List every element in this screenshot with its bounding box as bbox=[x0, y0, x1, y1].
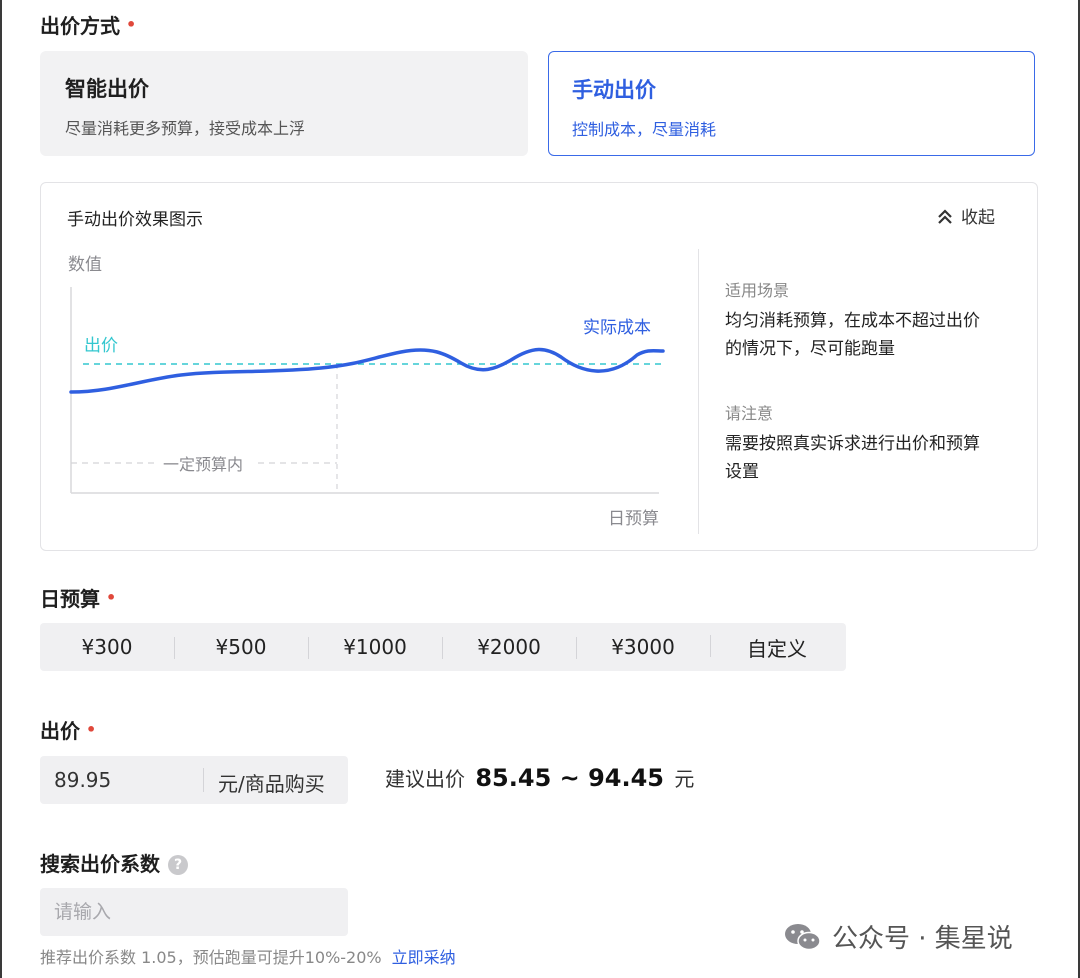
smart-bid-desc: 尽量消耗更多预算，接受成本上浮 bbox=[65, 119, 306, 138]
y-axis-label: 数值 bbox=[68, 255, 102, 275]
smart-bid-title: 智能出价 bbox=[65, 77, 149, 101]
budget-option-500[interactable]: ¥500 bbox=[174, 635, 308, 659]
bid-input[interactable]: 89.95 元/商品购买 bbox=[40, 756, 348, 804]
budget-option-300[interactable]: ¥300 bbox=[40, 635, 174, 659]
required-mark: • bbox=[106, 588, 117, 607]
search-coef-title: 搜索出价系数? bbox=[40, 848, 188, 877]
panel-divider bbox=[698, 249, 699, 534]
watermark-text: 公众号 · 集星说 bbox=[832, 924, 1013, 954]
budget-option-1000[interactable]: ¥1000 bbox=[308, 635, 442, 659]
adopt-now-link[interactable]: 立即采纳 bbox=[392, 948, 456, 967]
suggested-bid-prefix: 建议出价 bbox=[385, 767, 465, 791]
manual-bid-effect-panel: 数值 出价 实际成本 一定预算内 日预算 手动出价效果图示 收起 适用场景 均匀… bbox=[40, 182, 1038, 551]
wechat-icon bbox=[785, 923, 821, 950]
scene-text: 均匀消耗预算，在成本不超过出价的情况下，尽可能跑量 bbox=[725, 311, 980, 359]
suggested-bid-suffix: 元 bbox=[674, 767, 695, 791]
daily-budget-selector: ¥300 ¥500 ¥1000 ¥2000 ¥3000 自定义 bbox=[40, 623, 846, 671]
bid-method-title-text: 出价方式 bbox=[40, 14, 120, 38]
collapse-button[interactable]: 收起 bbox=[937, 203, 995, 228]
suggested-bid: 建议出价 85.45 ~ 94.45 元 bbox=[385, 763, 694, 792]
effect-panel-title: 手动出价效果图示 bbox=[67, 210, 203, 230]
double-chevron-up-icon bbox=[938, 208, 952, 224]
note-label: 请注意 bbox=[725, 404, 774, 423]
daily-budget-title-text: 日预算 bbox=[40, 587, 100, 611]
search-coef-tip-text: 推荐出价系数 1.05，预估跑量可提升10%-20% bbox=[40, 948, 382, 967]
bid-value: 89.95 bbox=[54, 768, 112, 792]
manual-bid-desc: 控制成本，尽量消耗 bbox=[572, 120, 717, 139]
effect-chart: 数值 出价 实际成本 一定预算内 日预算 bbox=[68, 255, 665, 529]
search-coef-title-text: 搜索出价系数 bbox=[40, 852, 160, 876]
bid-unit-divider bbox=[203, 768, 204, 792]
note-text: 需要按照真实诉求进行出价和预算设置 bbox=[725, 434, 980, 482]
manual-bid-option[interactable]: 手动出价 控制成本，尽量消耗 bbox=[548, 51, 1035, 156]
budget-marker-label: 一定预算内 bbox=[163, 455, 243, 474]
help-icon[interactable]: ? bbox=[168, 855, 188, 875]
actual-cost-label: 实际成本 bbox=[583, 318, 651, 338]
bid-method-title: 出价方式 • bbox=[40, 10, 136, 39]
suggested-bid-range: 85.45 ~ 94.45 bbox=[475, 764, 665, 792]
collapse-label: 收起 bbox=[961, 208, 995, 228]
window-border-left bbox=[0, 0, 2, 978]
budget-option-3000[interactable]: ¥3000 bbox=[576, 635, 710, 659]
daily-budget-title: 日预算 • bbox=[40, 583, 116, 612]
required-mark: • bbox=[86, 720, 97, 739]
x-axis-label: 日预算 bbox=[608, 509, 659, 529]
bid-title: 出价 • bbox=[40, 715, 96, 744]
budget-option-2000[interactable]: ¥2000 bbox=[442, 635, 576, 659]
scene-label: 适用场景 bbox=[725, 281, 790, 300]
smart-bid-option[interactable]: 智能出价 尽量消耗更多预算，接受成本上浮 bbox=[40, 51, 528, 156]
wechat-watermark: 公众号 · 集星说 bbox=[784, 918, 1013, 955]
budget-option-custom[interactable]: 自定义 bbox=[710, 633, 844, 662]
bid-title-text: 出价 bbox=[40, 719, 80, 743]
search-coef-input[interactable] bbox=[40, 888, 348, 936]
actual-cost-curve bbox=[69, 347, 665, 394]
search-coef-tip: 推荐出价系数 1.05，预估跑量可提升10%-20% 立即采纳 bbox=[40, 944, 456, 968]
manual-bid-title: 手动出价 bbox=[572, 78, 656, 102]
required-mark: • bbox=[126, 15, 137, 34]
bid-unit: 元/商品购买 bbox=[218, 772, 325, 796]
bid-reference-label: 出价 bbox=[84, 336, 118, 356]
